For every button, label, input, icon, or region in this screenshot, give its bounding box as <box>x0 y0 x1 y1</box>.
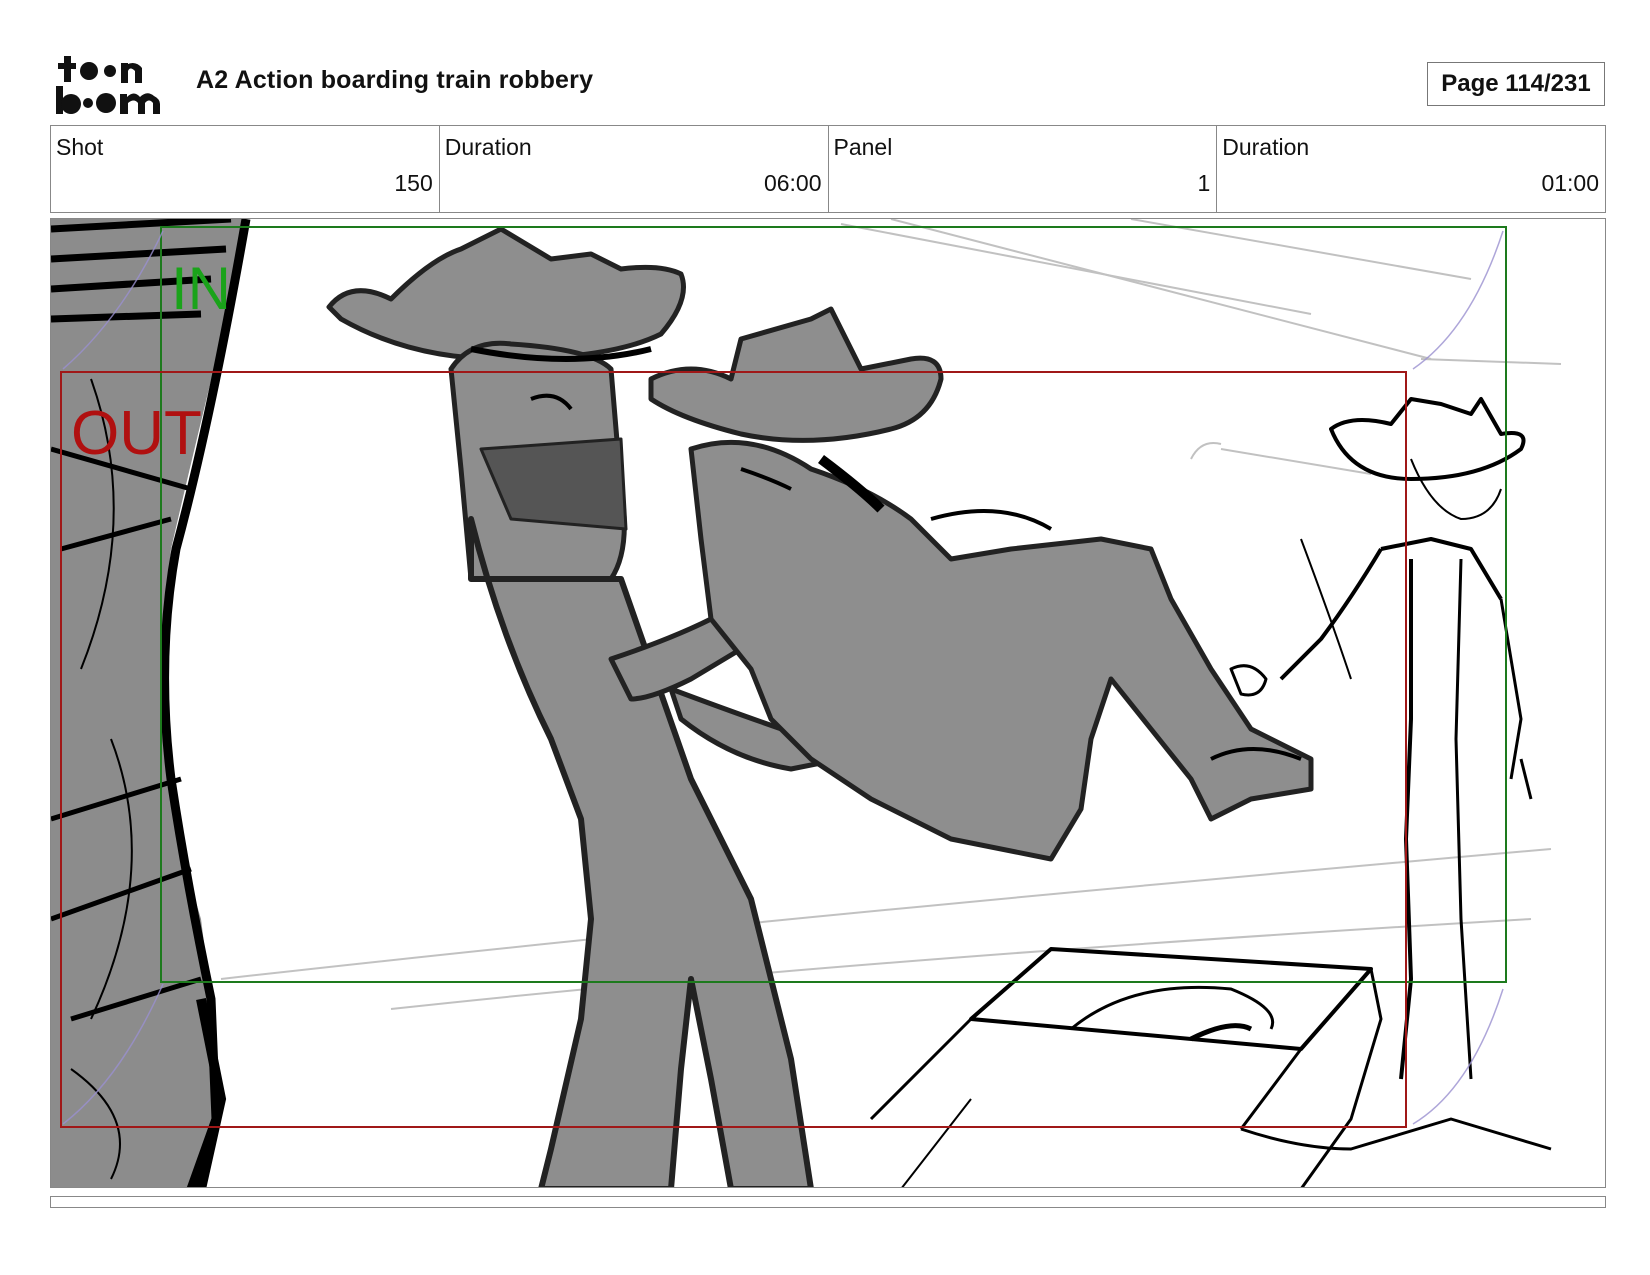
falling-cowboy-sketch <box>648 306 1314 862</box>
panel-label: Panel <box>833 134 893 160</box>
panel-duration-label: Duration <box>1222 134 1310 160</box>
panel-cell: Panel 1 <box>829 126 1218 212</box>
shot-label: Shot <box>56 134 104 160</box>
panel-sketch: IN OUT <box>51 219 1562 1187</box>
shot-duration-cell: Duration 06:00 <box>440 126 829 212</box>
crate-sketch <box>869 947 1552 1187</box>
panel-value: 1 <box>1197 170 1211 196</box>
storyboard-panel-image: IN OUT <box>50 218 1606 1188</box>
shot-cell: Shot 150 <box>51 126 440 212</box>
document-title: A2 Action boarding train robbery <box>196 66 594 94</box>
shot-info-table: Shot 150 Duration 06:00 Panel 1 Duration… <box>50 125 1606 213</box>
toon-boom-logo <box>56 56 160 114</box>
page-number: Page 114/231 <box>1427 62 1605 106</box>
in-label: IN <box>171 255 231 322</box>
shot-duration-label: Duration <box>444 134 532 160</box>
panel-duration-cell: Duration 01:00 <box>1217 126 1605 212</box>
foreground-figure-left <box>51 219 251 1187</box>
out-label: OUT <box>71 399 202 468</box>
shot-value: 150 <box>394 170 433 196</box>
shot-duration-value: 06:00 <box>763 170 822 196</box>
panel-caption-box <box>50 1196 1606 1208</box>
panel-duration-value: 01:00 <box>1541 170 1599 196</box>
